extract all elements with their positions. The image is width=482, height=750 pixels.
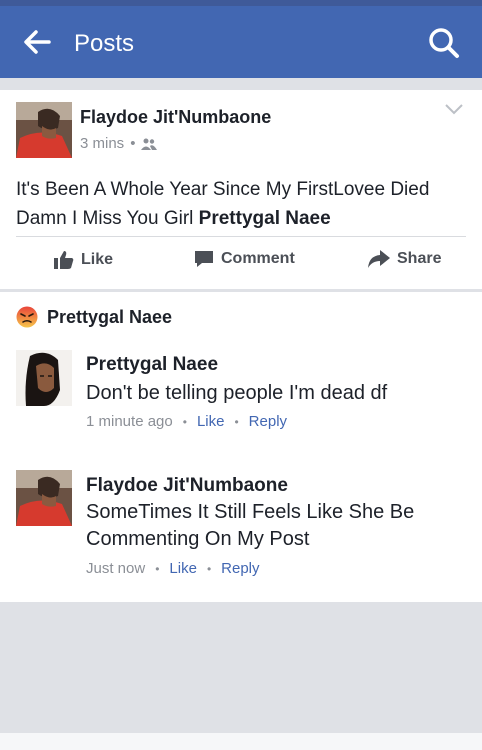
search-icon[interactable] bbox=[428, 27, 460, 59]
comment-meta: Just now • Like • Reply bbox=[86, 560, 260, 577]
friends-icon bbox=[141, 138, 158, 150]
comment-text: Don't be telling people I'm dead df bbox=[86, 382, 388, 404]
comment-author[interactable]: Flaydoe Jit'Numbaone bbox=[86, 475, 288, 497]
comment-label: Comment bbox=[221, 250, 295, 267]
share-icon bbox=[368, 250, 390, 268]
comment-reply-link[interactable]: Reply bbox=[249, 413, 287, 430]
comment-meta: 1 minute ago • Like • Reply bbox=[86, 413, 287, 430]
comment-reply-link[interactable]: Reply bbox=[221, 560, 259, 577]
page-title: Posts bbox=[74, 30, 135, 57]
post-body: It's Been A Whole Year Since My FirstLov… bbox=[16, 175, 466, 233]
comment-time: 1 minute ago bbox=[86, 413, 173, 430]
avatar[interactable] bbox=[16, 102, 72, 158]
post-meta: 3 mins • bbox=[80, 135, 158, 152]
share-label: Share bbox=[397, 250, 442, 267]
post-time[interactable]: 3 mins bbox=[80, 135, 124, 152]
meta-separator: • bbox=[155, 561, 160, 576]
meta-separator: • bbox=[234, 414, 239, 429]
like-button[interactable]: Like bbox=[54, 250, 113, 269]
divider bbox=[16, 236, 466, 237]
comment-text: SomeTimes It Still Feels Like She Be Com… bbox=[86, 501, 415, 550]
comment-like-link[interactable]: Like bbox=[197, 413, 225, 430]
avatar[interactable] bbox=[16, 470, 72, 526]
comment-button[interactable]: Comment bbox=[194, 250, 295, 268]
meta-separator: • bbox=[182, 414, 187, 429]
arrow-left-icon[interactable] bbox=[22, 27, 52, 57]
tagged-person[interactable]: Prettygal Naee bbox=[199, 208, 331, 229]
share-button[interactable]: Share bbox=[368, 250, 441, 268]
thumbs-up-icon bbox=[54, 251, 74, 269]
meta-separator: • bbox=[130, 135, 136, 152]
reaction-user-name: Prettygal Naee bbox=[47, 306, 173, 327]
top-app-bar: Posts bbox=[0, 0, 482, 78]
post-card: Flaydoe Jit'Numbaone 3 mins • It's Been … bbox=[0, 90, 482, 289]
comment-icon bbox=[195, 251, 213, 267]
post-actions: Like Comment Share bbox=[0, 250, 482, 280]
comment-time: Just now bbox=[86, 560, 146, 577]
like-label: Like bbox=[81, 250, 114, 268]
comments-section: Prettygal Naee Prettygal Naee Don't be t… bbox=[0, 292, 482, 602]
meta-separator: • bbox=[206, 561, 212, 576]
post-author[interactable]: Flaydoe Jit'Numbaone bbox=[80, 107, 271, 128]
reaction-row[interactable]: Prettygal Naee bbox=[16, 306, 172, 328]
bottom-composer-strip bbox=[0, 733, 482, 750]
comment-like-link[interactable]: Like bbox=[169, 560, 197, 577]
angry-face-icon bbox=[16, 306, 38, 328]
comment-author[interactable]: Prettygal Naee bbox=[86, 354, 218, 376]
avatar[interactable] bbox=[16, 350, 72, 406]
chevron-down-icon[interactable] bbox=[444, 102, 464, 116]
